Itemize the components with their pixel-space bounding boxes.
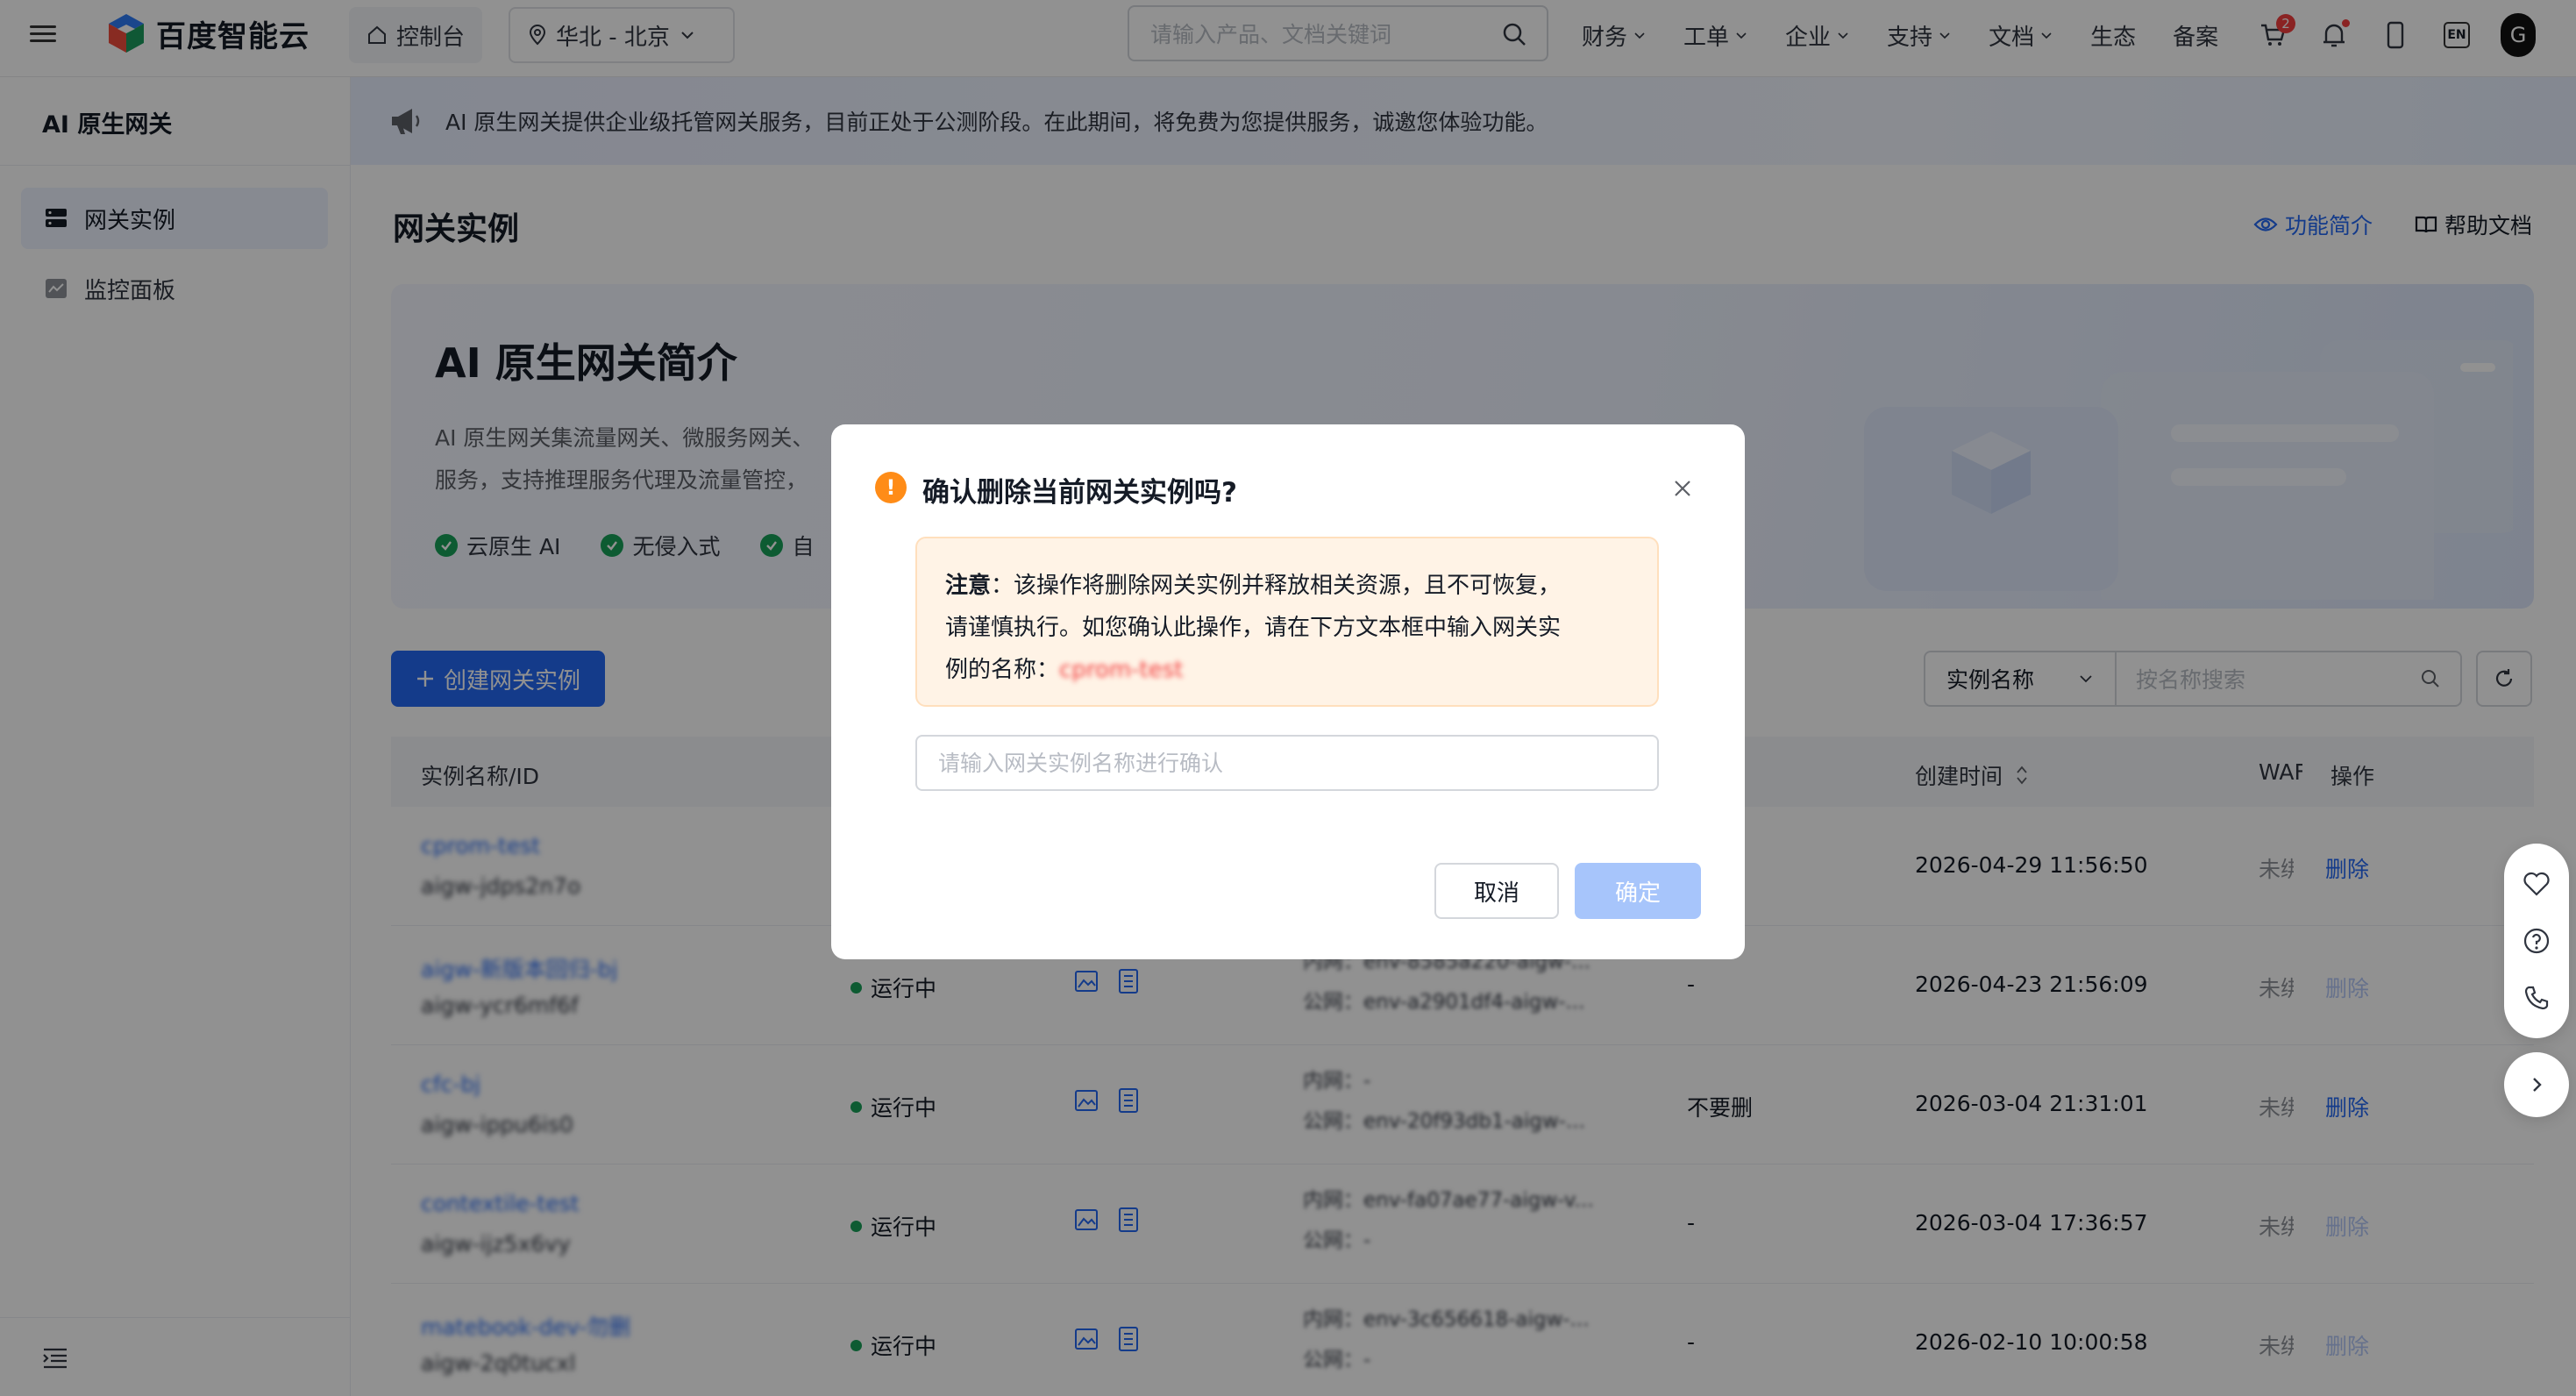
notice-text: 例的名称：	[945, 657, 1060, 683]
phone-icon[interactable]	[2523, 985, 2550, 1011]
chevron-right-icon	[2533, 1078, 2542, 1092]
floating-toolbar	[2504, 844, 2569, 1038]
confirm-name-input[interactable]	[915, 735, 1659, 791]
favorite-heart-icon[interactable]	[2523, 871, 2551, 897]
confirm-button[interactable]: 确定	[1575, 863, 1701, 919]
dialog-title: 确认删除当前网关实例吗?	[922, 477, 1237, 509]
delete-confirm-dialog: ! 确认删除当前网关实例吗? 注意：该操作将删除网关实例并释放相关资源，且不可恢…	[831, 424, 1745, 959]
notice-line: 请谨慎执行。如您确认此操作，请在下方文本框中输入网关实	[945, 615, 1562, 641]
app-root: 百度智能云 控制台 华北 - 北京 请输入产品、文档关键词 财务 工单 企业 支…	[0, 0, 2576, 1396]
target-instance-name: cprom-test	[1059, 657, 1184, 683]
notice-emphasis: 注意	[945, 573, 992, 599]
help-circle-icon[interactable]	[2523, 927, 2551, 955]
expand-panel-button[interactable]	[2504, 1052, 2569, 1117]
notice-text: ：该操作将删除网关实例并释放相关资源，且不可恢复，	[991, 573, 1562, 599]
notice-line: 例的名称：cprom-test	[945, 649, 1629, 691]
delete-warning-notice: 注意：该操作将删除网关实例并释放相关资源，且不可恢复， 请谨慎执行。如您确认此操…	[915, 537, 1659, 707]
cancel-button[interactable]: 取消	[1434, 863, 1559, 919]
warning-icon: !	[875, 472, 907, 503]
notice-line: 注意：该操作将删除网关实例并释放相关资源，且不可恢复，	[945, 565, 1629, 607]
close-icon[interactable]	[1671, 477, 1694, 500]
